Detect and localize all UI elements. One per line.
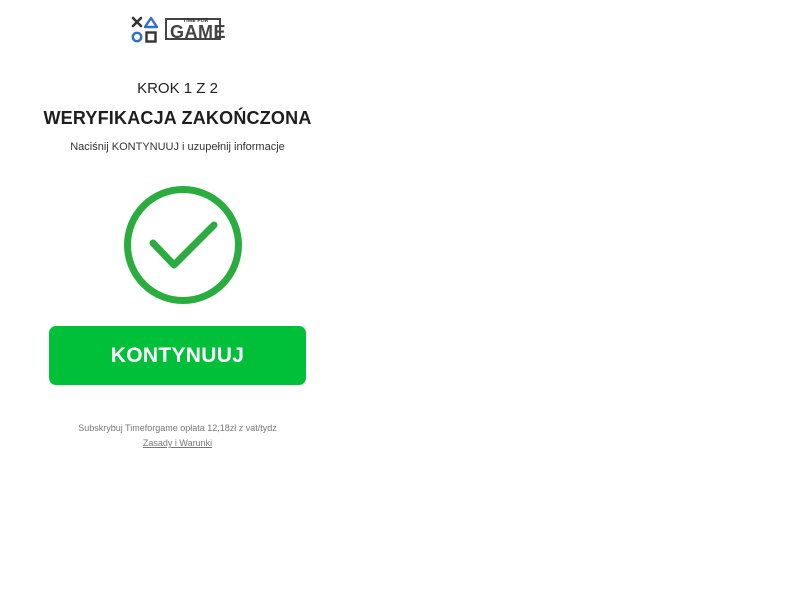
brand-logo: TIME FOR GAME [131, 16, 226, 44]
terms-container: Zasady i Warunki [0, 438, 355, 448]
game-symbols-icon [131, 16, 159, 43]
page-title: WERYFIKACJA ZAKOŃCZONA [43, 108, 312, 128]
logo-wordmark: TIME FOR GAME [165, 16, 226, 42]
pricing-disclaimer: Subskrybuj Timeforgame opłata 12,18zł z … [78, 423, 277, 433]
instruction-text: Naciśnij KONTYNUUJ i uzupełnij informacj… [70, 141, 285, 153]
checkmark-circle-icon [124, 186, 242, 304]
logo-word: GAME [170, 22, 226, 42]
step-indicator: KROK 1 Z 2 [137, 80, 218, 97]
continue-button[interactable]: KONTYNUUJ [49, 326, 306, 385]
landing-content: TIME FOR GAME KROK 1 Z 2 WERYFIKACJA ZAK… [0, 0, 355, 600]
terms-link[interactable]: Zasady i Warunki [143, 438, 212, 448]
